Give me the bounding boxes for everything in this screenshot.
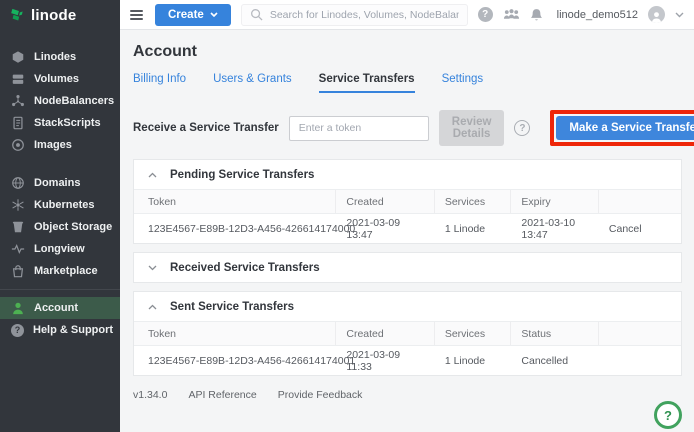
top-bar: linode Create ? linode_demo512: [0, 0, 694, 30]
kubernetes-icon: [11, 198, 25, 212]
tab-billing-info[interactable]: Billing Info: [133, 73, 186, 93]
username[interactable]: linode_demo512: [557, 9, 638, 21]
column-header-actions: [599, 190, 681, 213]
sidebar-item-marketplace[interactable]: Marketplace: [0, 260, 120, 282]
column-header-token[interactable]: Token: [134, 322, 336, 345]
received-transfers-panel: Received Service Transfers: [133, 252, 682, 283]
sent-transfers-panel: Sent Service Transfers Token Created Ser…: [133, 291, 682, 376]
search-input[interactable]: [270, 9, 459, 21]
sidebar: Linodes Volumes NodeBalancers StackScrip…: [0, 30, 120, 432]
collapse-chevron-up-icon: [148, 304, 157, 310]
sidebar-item-nodebalancers[interactable]: NodeBalancers: [0, 90, 120, 112]
sent-table-header: Token Created Services Status: [134, 321, 681, 346]
avatar[interactable]: [648, 6, 665, 23]
status-cell: Cancelled: [511, 355, 599, 367]
token-input[interactable]: [289, 116, 429, 141]
marketplace-icon: [11, 264, 25, 278]
make-service-transfer-button[interactable]: Make a Service Transfer: [556, 116, 694, 140]
nodebalancers-icon: [11, 94, 25, 108]
column-header-created[interactable]: Created: [336, 322, 434, 345]
sidebar-item-stackscripts[interactable]: StackScripts: [0, 112, 120, 134]
provide-feedback-link[interactable]: Provide Feedback: [278, 389, 363, 401]
community-icon[interactable]: [503, 8, 520, 21]
sent-transfers-header[interactable]: Sent Service Transfers: [134, 292, 681, 321]
pending-table-row: 123E4567-E89B-12D3-A456-426614174000 202…: [134, 214, 681, 243]
created-cell: 2021-03-09 11:33: [336, 349, 434, 373]
help-icon[interactable]: ?: [478, 7, 493, 22]
chevron-down-icon: [210, 12, 218, 17]
top-bar-right: Create ? linode_demo512: [120, 0, 694, 29]
linodes-icon: [11, 50, 25, 64]
column-header-status[interactable]: Status: [511, 322, 599, 345]
token-link[interactable]: 123E4567-E89B-12D3-A456-426614174001: [134, 355, 336, 367]
version-label: v1.34.0: [133, 389, 167, 401]
sidebar-item-object-storage[interactable]: Object Storage: [0, 216, 120, 238]
pending-transfers-header[interactable]: Pending Service Transfers: [134, 160, 681, 189]
tab-service-transfers[interactable]: Service Transfers: [319, 73, 415, 93]
received-transfers-header[interactable]: Received Service Transfers: [134, 253, 681, 282]
page-title: Account: [133, 43, 682, 61]
expiry-cell: 2021-03-10 13:47: [511, 217, 599, 241]
column-header-spacer: [599, 322, 681, 345]
volumes-icon: [11, 72, 25, 86]
notifications-bell-icon[interactable]: [530, 8, 543, 22]
images-icon: [11, 138, 25, 152]
collapse-chevron-up-icon: [148, 172, 157, 178]
sidebar-item-longview[interactable]: Longview: [0, 238, 120, 260]
logo-text: linode: [31, 7, 76, 24]
linode-logo-icon: [10, 7, 25, 23]
pending-table-header: Token Created Services Expiry: [134, 189, 681, 214]
sidebar-item-images[interactable]: Images: [0, 134, 120, 156]
highlight-annotation: Make a Service Transfer: [550, 110, 694, 146]
sidebar-item-volumes[interactable]: Volumes: [0, 68, 120, 90]
tab-users-grants[interactable]: Users & Grants: [213, 73, 292, 93]
help-fab[interactable]: ?: [654, 401, 682, 429]
main-content: Account Billing Info Users & Grants Serv…: [120, 30, 694, 432]
expand-chevron-down-icon: [148, 265, 157, 271]
column-header-created[interactable]: Created: [336, 190, 434, 213]
sidebar-item-account[interactable]: Account: [0, 297, 120, 319]
sidebar-item-domains[interactable]: Domains: [0, 172, 120, 194]
footer: v1.34.0 API Reference Provide Feedback: [133, 389, 682, 401]
create-button-label: Create: [168, 9, 204, 21]
column-header-services[interactable]: Services: [435, 190, 512, 213]
domains-icon: [11, 176, 25, 190]
column-header-expiry[interactable]: Expiry: [511, 190, 599, 213]
longview-icon: [11, 242, 25, 256]
sidebar-item-linodes[interactable]: Linodes: [0, 46, 120, 68]
sent-table-row: 123E4567-E89B-12D3-A456-426614174001 202…: [134, 346, 681, 375]
account-tabs: Billing Info Users & Grants Service Tran…: [133, 73, 682, 93]
column-header-token[interactable]: Token: [134, 190, 336, 213]
menu-icon[interactable]: [128, 8, 145, 22]
help-support-icon: ?: [11, 324, 24, 337]
column-header-services[interactable]: Services: [435, 322, 512, 345]
services-cell: 1 Linode: [435, 355, 512, 367]
receive-transfer-label: Receive a Service Transfer: [133, 122, 279, 134]
account-icon: [11, 301, 25, 315]
sidebar-item-kubernetes[interactable]: Kubernetes: [0, 194, 120, 216]
help-tooltip-icon[interactable]: ?: [514, 120, 530, 136]
review-details-button[interactable]: Review Details: [439, 110, 505, 146]
cancel-link[interactable]: Cancel: [599, 223, 681, 235]
pending-transfers-panel: Pending Service Transfers Token Created …: [133, 159, 682, 244]
token-link[interactable]: 123E4567-E89B-12D3-A456-426614174000: [134, 223, 336, 235]
tab-settings[interactable]: Settings: [442, 73, 484, 93]
stackscripts-icon: [11, 116, 25, 130]
api-reference-link[interactable]: API Reference: [188, 389, 256, 401]
services-cell: 1 Linode: [435, 223, 512, 235]
search-box[interactable]: [241, 4, 468, 26]
person-icon: [650, 10, 663, 23]
search-icon: [250, 8, 263, 21]
sidebar-item-help-support[interactable]: ? Help & Support: [0, 319, 120, 341]
sidebar-divider: [0, 289, 120, 290]
object-storage-icon: [11, 220, 25, 234]
account-menu-chevron-icon[interactable]: [675, 12, 684, 18]
created-cell: 2021-03-09 13:47: [336, 217, 434, 241]
linode-logo[interactable]: linode: [0, 0, 120, 30]
receive-transfer-row: Receive a Service Transfer Review Detail…: [133, 110, 682, 146]
create-button[interactable]: Create: [155, 4, 231, 26]
